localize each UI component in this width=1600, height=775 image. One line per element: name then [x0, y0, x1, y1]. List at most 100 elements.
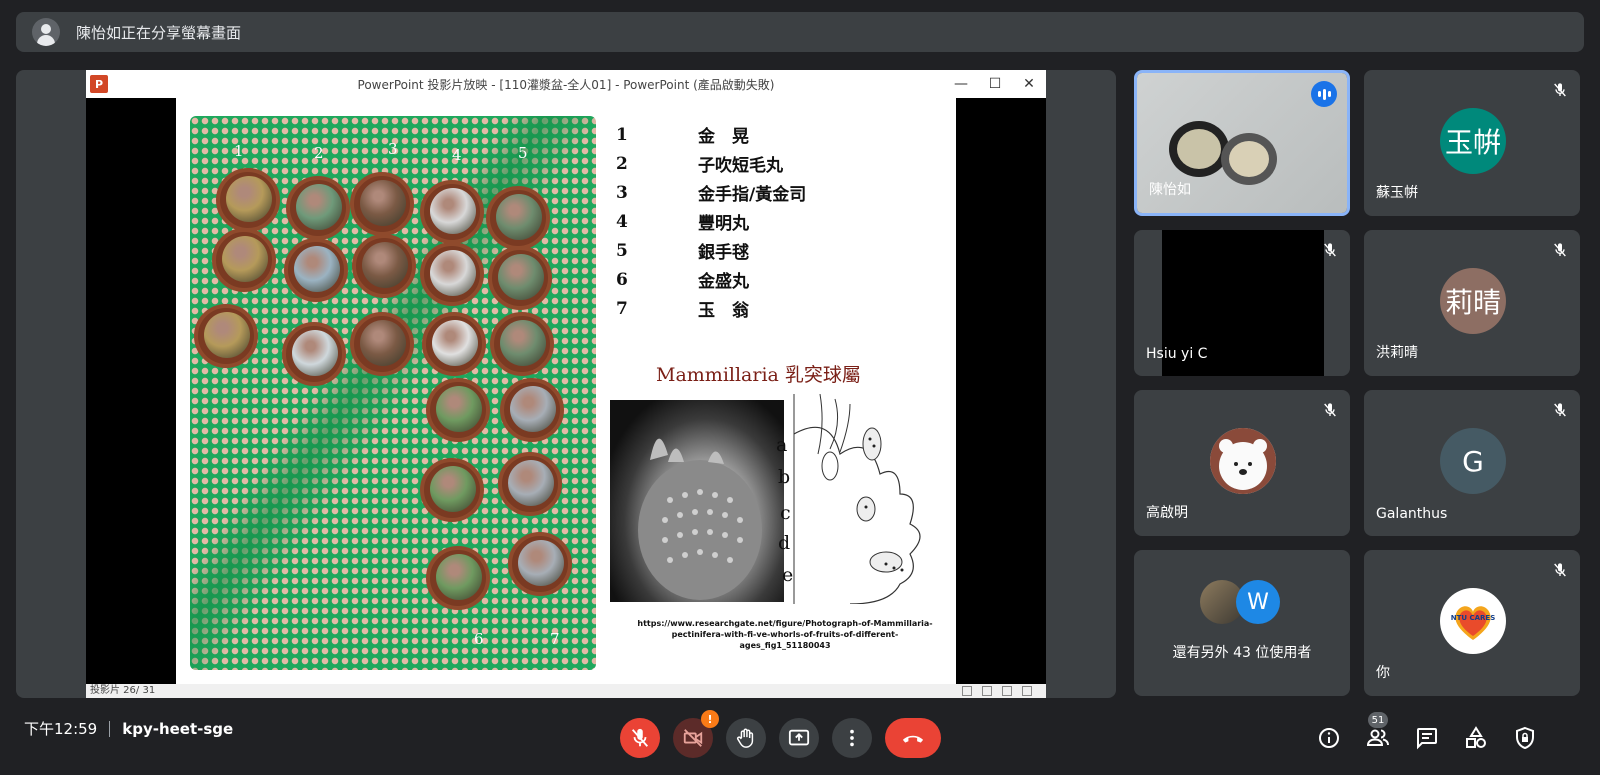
mic-off-icon [1552, 242, 1568, 258]
participant-avatar: 玉帲 [1440, 108, 1506, 174]
view-normal-icon [962, 686, 972, 696]
cactus-pot [486, 186, 550, 250]
participant-tile[interactable]: 陳怡如 [1134, 70, 1350, 216]
host-controls-button[interactable] [1505, 718, 1545, 758]
hangup-icon [902, 735, 924, 743]
camera-warning-badge: ! [701, 710, 719, 728]
cactus-pot [420, 458, 484, 522]
mic-off-icon [631, 728, 649, 747]
participant-tile[interactable]: 玉帲 蘇玉帲 [1364, 70, 1580, 216]
mic-off-icon [1322, 242, 1338, 258]
speaking-indicator-icon [1311, 81, 1337, 107]
cactus-plant [360, 180, 406, 226]
cactus-pot [420, 242, 484, 306]
cactus-pot [350, 312, 414, 376]
mic-off-icon [1552, 82, 1568, 98]
cactus-plant [296, 184, 342, 230]
view-reading-icon [1002, 686, 1012, 696]
callout-label: d [778, 532, 791, 554]
cactus-list-item: 5 銀手毬 [616, 236, 806, 265]
cactus-pot [500, 378, 564, 442]
presenting-text: 陳怡如正在分享螢幕畫面 [76, 23, 242, 42]
basket-number: 6 [474, 630, 484, 648]
slide: 1 2 3 4 5 6 7 1 金 晃 2 子吹短毛丸 3 金手指/黃金司 4 豐明丸 5 銀手毬 6 金盛丸 7 玉… [176, 98, 956, 684]
people-icon [1366, 729, 1389, 746]
activities-button[interactable] [1456, 718, 1496, 758]
view-slideshow-icon [1022, 686, 1032, 696]
cactus-photo [610, 400, 784, 602]
cactus-plant [294, 246, 340, 292]
ntu-logo-text: NTU CARES [1450, 614, 1496, 622]
reference-url: https://www.researchgate.net/figure/Phot… [637, 619, 933, 650]
cactus-pot [490, 312, 554, 376]
cactus-pot [282, 322, 346, 386]
cactus-number: 1 [616, 124, 628, 145]
participant-tile[interactable]: W 還有另外 43 位使用者 [1134, 550, 1350, 696]
participant-tile[interactable]: Hsiu yi C [1134, 230, 1350, 376]
cactus-number: 5 [616, 240, 628, 261]
cactus-list-item: 3 金手指/黃金司 [616, 178, 806, 207]
meeting-details-button[interactable] [1309, 718, 1349, 758]
participant-tile[interactable]: G Galanthus [1364, 390, 1580, 536]
basket-number: 1 [234, 142, 244, 160]
ppt-title: PowerPoint 投影片放映 - [110灌漿盆-全人01] - Power… [357, 77, 775, 92]
participant-avatar: G [1440, 428, 1506, 494]
info-icon [1319, 728, 1339, 748]
cactus-pot [498, 452, 562, 516]
present-screen-button[interactable] [779, 718, 819, 758]
cactus-plant [226, 176, 272, 222]
cactus-name: 玉 翁 [698, 301, 749, 321]
presentation-stage[interactable]: P PowerPoint 投影片放映 - [110灌漿盆-全人01] - Pow… [16, 70, 1116, 698]
more-options-button[interactable] [832, 718, 872, 758]
meeting-info: 下午12:59 kpy-heet-sge [24, 718, 233, 739]
bottom-bar: 下午12:59 kpy-heet-sge ! 51 [0, 700, 1600, 775]
slide-counter: 投影片 26/ 31 [90, 685, 156, 696]
presenting-banner: 陳怡如正在分享螢幕畫面 [16, 12, 1584, 52]
microphone-toggle-button[interactable] [620, 718, 660, 758]
cactus-plant [204, 312, 250, 358]
participant-avatar [1210, 428, 1276, 494]
chat-button[interactable] [1407, 718, 1447, 758]
clock-time: 下午12:59 [24, 720, 98, 738]
camera-toggle-button[interactable]: ! [673, 710, 719, 758]
participant-name: 你 [1376, 665, 1390, 681]
ppt-statusbar: 投影片 26/ 31 [86, 684, 1046, 698]
participant-tile[interactable]: 莉晴 洪莉晴 [1364, 230, 1580, 376]
people-count-badge: 51 [1368, 712, 1388, 728]
participant-tile[interactable]: NTU CARES 你 [1364, 550, 1580, 696]
cactus-plant [496, 194, 542, 240]
mic-off-icon [1552, 562, 1568, 578]
cactus-pot [426, 546, 490, 610]
cactus-name: 金 晃 [698, 127, 749, 147]
cactus-pot [284, 238, 348, 302]
cactus-plant [498, 254, 544, 300]
chat-icon [1417, 728, 1437, 750]
cactus-list-item: 7 玉 翁 [616, 294, 806, 323]
participant-avatar: 莉晴 [1440, 268, 1506, 334]
participant-tile[interactable]: 高啟明 [1134, 390, 1350, 536]
cactus-pot [352, 234, 416, 298]
cactus-plant [436, 554, 482, 600]
cactus-list-item: 2 子吹短毛丸 [616, 149, 806, 178]
cactus-name: 子吹短毛丸 [698, 156, 783, 176]
callout-label: a [776, 434, 788, 456]
participant-name: 陳怡如 [1149, 182, 1191, 198]
more-vert-icon [850, 729, 854, 747]
cactus-name: 豐明丸 [698, 214, 749, 234]
raise-hand-button[interactable] [726, 718, 766, 758]
participant-avatar: W [1236, 580, 1280, 624]
people-button[interactable]: 51 [1358, 712, 1398, 758]
shapes-icon [1466, 726, 1486, 748]
genus-title: Mammillaria 乳突球屬 [656, 364, 861, 386]
cactus-plant [436, 386, 482, 432]
leave-call-button[interactable] [885, 718, 941, 758]
cactus-pot [216, 168, 280, 232]
callout-label: b [778, 466, 791, 488]
cactus-pot [212, 228, 276, 292]
participant-name: Hsiu yi C [1146, 346, 1208, 362]
cactus-plant [510, 386, 556, 432]
basket-number: 2 [314, 144, 324, 162]
mammillaria-diagram [790, 393, 930, 605]
cactus-pot [420, 180, 484, 244]
participant-name: Galanthus [1376, 506, 1448, 522]
